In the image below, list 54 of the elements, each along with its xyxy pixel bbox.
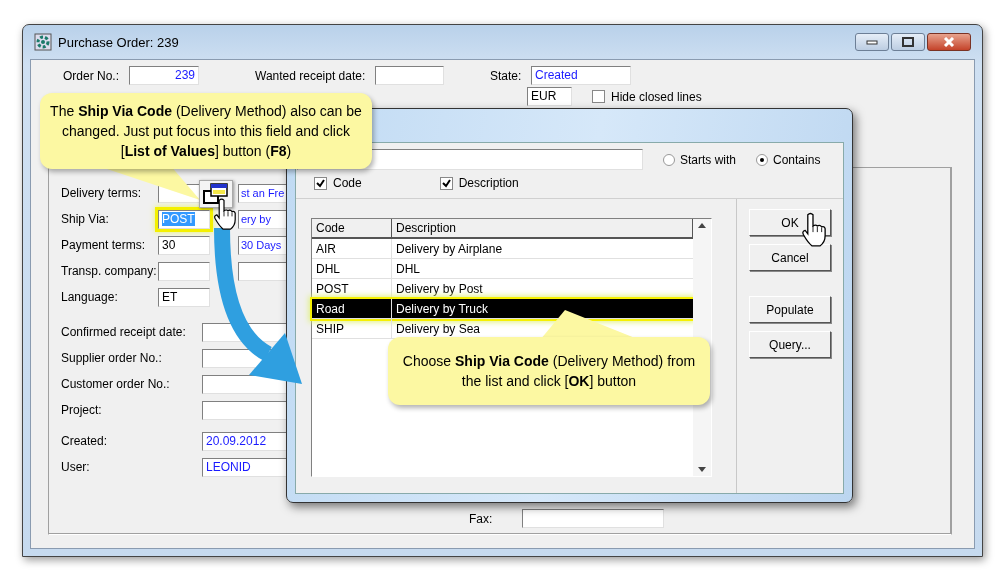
- checkbox-label: Hide closed lines: [611, 89, 702, 104]
- radio-label: Contains: [773, 152, 821, 167]
- windows-icon: [203, 183, 229, 205]
- field-label: Fax:: [469, 511, 493, 526]
- dialog-button[interactable]: Cancel: [749, 244, 831, 271]
- close-icon: [943, 37, 955, 47]
- list-row[interactable]: AIR Delivery by Airplane: [312, 239, 693, 259]
- code-field[interactable]: 30: [158, 235, 210, 255]
- list-of-values-button[interactable]: [199, 180, 233, 208]
- field-label: Transp. company:: [61, 264, 158, 278]
- scroll-up-icon[interactable]: [698, 223, 706, 228]
- maximize-button[interactable]: [891, 33, 925, 51]
- field-label: Ship Via:: [61, 212, 110, 226]
- field-label: Wanted receipt date:: [255, 68, 367, 83]
- radio-button[interactable]: [663, 153, 675, 166]
- checkbox-label: Description: [458, 176, 519, 190]
- field-label: Project:: [61, 403, 103, 417]
- state-field[interactable]: Created: [531, 66, 631, 85]
- field-label: Confirmed receipt date:: [61, 325, 187, 339]
- radio-label: Starts with: [680, 152, 736, 167]
- radio-button[interactable]: [756, 153, 768, 166]
- dialog-button[interactable]: Query...: [749, 331, 831, 358]
- field-label: Order No.:: [63, 68, 120, 83]
- field-label: Payment terms:: [61, 238, 147, 252]
- maximize-icon: [902, 37, 914, 47]
- field-label: Language:: [61, 290, 119, 304]
- field-label: State:: [490, 68, 523, 83]
- checkbox[interactable]: [439, 176, 453, 190]
- column-header[interactable]: Description: [392, 219, 693, 237]
- dialog-button[interactable]: Populate: [749, 296, 831, 323]
- scroll-down-icon[interactable]: [698, 467, 706, 472]
- list-row[interactable]: Road Delivery by Truck: [312, 299, 693, 319]
- minimize-icon: [866, 39, 878, 45]
- gear-icon: [34, 33, 52, 51]
- fax-field[interactable]: [522, 509, 665, 528]
- list-row[interactable]: DHL DHL: [312, 259, 693, 279]
- window-title: Purchase Order: 239: [58, 34, 179, 50]
- field-label: Supplier order No.:: [61, 351, 163, 365]
- column-header[interactable]: Code: [312, 219, 392, 237]
- checkbox[interactable]: [314, 176, 327, 190]
- receipt-date-field[interactable]: [375, 66, 444, 85]
- code-field[interactable]: ET: [158, 287, 210, 307]
- field-label: Customer order No.:: [61, 377, 171, 391]
- checkbox[interactable]: [592, 90, 605, 103]
- order-number-field[interactable]: 239: [129, 66, 199, 85]
- field-label: User:: [61, 460, 91, 474]
- code-field[interactable]: [158, 261, 210, 281]
- currency-field[interactable]: EUR: [527, 87, 572, 106]
- hand-cursor-icon: [800, 212, 826, 247]
- checkbox-label: Code: [333, 176, 362, 190]
- hand-cursor-icon: [212, 198, 236, 230]
- field-label: Delivery terms:: [61, 186, 142, 200]
- field-label: Created:: [61, 434, 109, 448]
- close-button[interactable]: [927, 33, 971, 51]
